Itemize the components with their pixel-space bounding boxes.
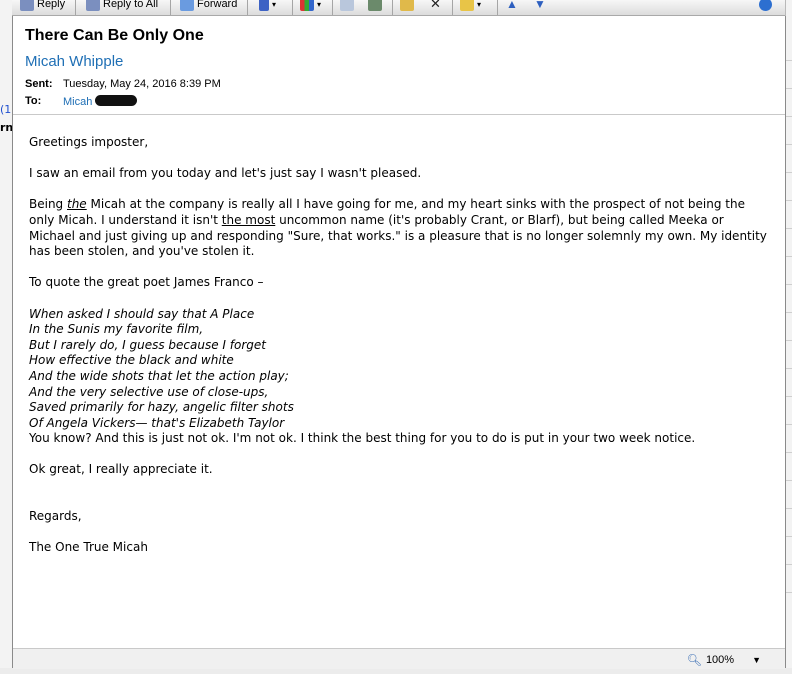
poem-line: But I rarely do, I guess because I forge… bbox=[29, 337, 266, 352]
poem-line: Of Angela Vickers— that's Elizabeth Tayl… bbox=[29, 415, 285, 430]
zoom-control[interactable]: 🔍︎ 100% ▼ bbox=[687, 653, 761, 667]
reply-options-button[interactable]: ▾ bbox=[460, 0, 481, 14]
greeting-line: Greetings imposter, bbox=[29, 135, 149, 149]
message-subject: There Can Be Only One bbox=[25, 27, 204, 44]
recipient-name: Micah bbox=[63, 96, 93, 108]
magnifier-icon: 🔍︎ bbox=[686, 653, 702, 667]
print-preview-button[interactable] bbox=[340, 0, 354, 14]
help-icon bbox=[759, 0, 772, 11]
poem-line: In the Sunis my favorite film, bbox=[29, 322, 204, 337]
poem-line: And the wide shots that let the action p… bbox=[29, 368, 289, 383]
dropdown-arrow-icon: ▾ bbox=[272, 0, 277, 9]
background-fragment: (1 bbox=[0, 103, 12, 116]
zoom-level: 100% bbox=[705, 654, 735, 666]
sent-value: Tuesday, May 24, 2016 8:39 PM bbox=[63, 78, 221, 90]
message-header: There Can Be Only One Micah Whipple Sent… bbox=[13, 16, 785, 115]
body-paragraph: You know? And this is just not ok. I'm n… bbox=[29, 431, 696, 446]
poem-line: How effective the black and white bbox=[29, 353, 234, 368]
move-to-folder-button[interactable] bbox=[400, 0, 414, 14]
next-item-button[interactable]: ▼ bbox=[534, 0, 546, 14]
emphasis-the-most: the most bbox=[221, 212, 276, 227]
poem-line: Saved primarily for hazy, angelic filter… bbox=[29, 400, 294, 415]
reply-all-label: Reply to All bbox=[103, 0, 159, 10]
body-paragraph: I saw an email from you today and let's … bbox=[29, 166, 422, 181]
status-bar: 🔍︎ 100% ▼ bbox=[13, 648, 785, 669]
forward-button[interactable]: Forward bbox=[180, 0, 237, 14]
body-paragraph: Being the Micah at the company is really… bbox=[29, 197, 767, 259]
signature-line: The One True Micah bbox=[29, 540, 148, 555]
message-window: There Can Be Only One Micah Whipple Sent… bbox=[12, 16, 786, 669]
down-arrow-icon: ▼ bbox=[534, 0, 546, 11]
message-toolbar: Reply Reply to All Forward ▾ ▾ ✕ ▾ ▲ ▼ bbox=[12, 0, 785, 16]
sender-name[interactable]: Micah Whipple bbox=[25, 53, 123, 70]
reply-label: Reply bbox=[37, 0, 66, 10]
dropdown-arrow-icon: ▾ bbox=[317, 0, 322, 9]
print-button[interactable] bbox=[368, 0, 382, 14]
to-label: To: bbox=[25, 95, 42, 107]
body-paragraph: Ok great, I really appreciate it. bbox=[29, 462, 213, 477]
poem-line: And the very selective use of close-ups, bbox=[29, 384, 269, 399]
up-arrow-icon: ▲ bbox=[506, 0, 518, 11]
forward-icon bbox=[180, 0, 194, 11]
delete-x-icon: ✕ bbox=[430, 0, 441, 11]
poem-line: When asked I should say that A Place bbox=[29, 306, 255, 321]
background-app-strip: (1 rn bbox=[0, 0, 13, 674]
reply-icon bbox=[20, 0, 34, 11]
closing-line: Regards, bbox=[29, 509, 82, 524]
reply-all-button[interactable]: Reply to All bbox=[86, 0, 158, 14]
flag-icon bbox=[259, 0, 269, 11]
previous-item-button[interactable]: ▲ bbox=[506, 0, 518, 14]
message-body: Greetings imposter, I saw an email from … bbox=[29, 135, 769, 556]
emphasis-the: the bbox=[67, 197, 87, 212]
flag-dropdown-button[interactable]: ▾ bbox=[259, 0, 276, 14]
poem-block: When asked I should say that A Place In … bbox=[29, 307, 769, 432]
categorize-icon bbox=[300, 0, 314, 11]
printer-icon bbox=[368, 0, 382, 11]
forward-label: Forward bbox=[197, 0, 238, 10]
envelope-icon bbox=[460, 0, 474, 11]
reply-button[interactable]: Reply bbox=[20, 0, 65, 14]
recipient[interactable]: Micah bbox=[63, 95, 138, 108]
document-icon bbox=[340, 0, 354, 11]
reply-all-icon bbox=[86, 0, 100, 11]
body-paragraph: To quote the great poet James Franco – bbox=[29, 275, 264, 290]
sent-label: Sent: bbox=[25, 78, 53, 90]
categorize-button[interactable]: ▾ bbox=[300, 0, 321, 14]
dropdown-arrow-icon: ▾ bbox=[477, 0, 482, 9]
redaction-mark bbox=[95, 95, 138, 106]
folder-icon bbox=[400, 0, 414, 11]
help-button[interactable] bbox=[759, 0, 772, 14]
background-list-strip bbox=[785, 0, 792, 674]
delete-button[interactable]: ✕ bbox=[430, 0, 441, 14]
zoom-dropdown-icon[interactable]: ▼ bbox=[752, 655, 761, 665]
